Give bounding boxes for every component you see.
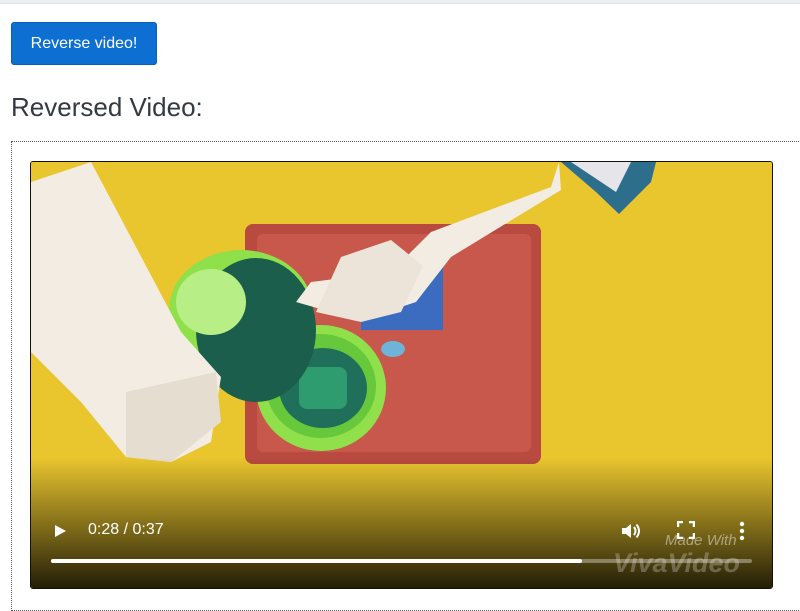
progress-bar[interactable] — [51, 559, 752, 563]
watermark-brand: VivaVideo — [613, 548, 741, 578]
play-icon[interactable] — [51, 520, 71, 542]
reverse-video-button[interactable]: Reverse video! — [11, 22, 157, 65]
section-title: Reversed Video: — [11, 92, 203, 122]
video-player[interactable]: 0:28 / 0:37 Made With VivaVideo — [31, 162, 772, 588]
volume-icon[interactable] — [619, 520, 643, 542]
more-options-icon[interactable] — [737, 520, 747, 542]
time-display: 0:28 / 0:37 — [88, 521, 164, 538]
watermark-text: Made With — [665, 532, 737, 549]
progress-bar-fill — [51, 559, 582, 563]
top-divider — [0, 0, 800, 4]
